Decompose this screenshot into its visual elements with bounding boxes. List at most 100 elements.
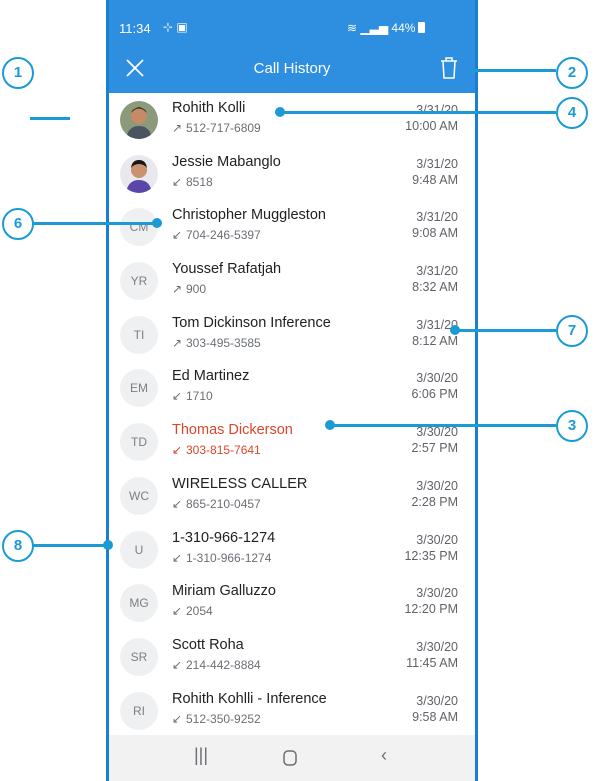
- call-row[interactable]: EM Ed Martinez ↙ 1710 3/30/20 6:06 PM: [109, 361, 475, 415]
- callout-dot: [275, 107, 285, 117]
- contact-name: Tom Dickinson Inference: [172, 314, 331, 331]
- outgoing-call-icon: ↗: [172, 282, 183, 297]
- toolbar: Call History: [109, 50, 475, 93]
- callout-number: 7: [556, 315, 588, 347]
- call-row[interactable]: TI Tom Dickinson Inference ↗ 303-495-3585 3/…: [109, 308, 475, 362]
- call-row[interactable]: CM Christopher Muggleston ↙ 704-246-5397 3/3…: [109, 200, 475, 254]
- call-time: 6:06 PM: [411, 387, 458, 402]
- call-row[interactable]: SR Scott Roha ↙ 214-442-8884 3/30/20 11:45 AM: [109, 630, 475, 684]
- call-list: Rohith Kolli ↗ 512-717-6809 3/31/20 10:00 AM…: [109, 93, 475, 735]
- phone-number: 303-495-3585: [186, 335, 261, 350]
- phone-number: 8518: [186, 174, 213, 189]
- callout-number: 1: [2, 57, 34, 89]
- battery-icon: [418, 22, 426, 33]
- call-time: 9:48 AM: [412, 172, 458, 187]
- home-button[interactable]: [275, 745, 305, 771]
- callout-dot: [450, 325, 460, 335]
- call-date: 3/30/20: [416, 425, 458, 440]
- call-time: 11:45 AM: [406, 655, 458, 670]
- contact-initials-avatar: TI: [120, 315, 158, 354]
- callout-number: 4: [556, 97, 588, 129]
- contact-name: Jessie Mabanglo: [172, 153, 281, 170]
- contact-initials-avatar: TD: [120, 423, 158, 462]
- call-date: 3/30/20: [416, 586, 458, 601]
- call-number-line: ↙ 512-350-9252: [172, 712, 261, 726]
- status-notification-icons: ⊹ ▣: [163, 20, 188, 34]
- call-date: 3/31/20: [416, 264, 458, 279]
- status-bar: 11:34 ⊹ ▣ ≋ ▁▃▅ 44%: [109, 0, 475, 50]
- back-button[interactable]: ‹: [369, 745, 399, 771]
- system-nav-bar: ||| ‹: [109, 735, 475, 781]
- call-date: 3/30/20: [416, 478, 458, 493]
- contact-initials-avatar: MG: [120, 584, 158, 623]
- call-time: 2:57 PM: [411, 441, 458, 456]
- call-time: 12:35 PM: [404, 548, 458, 563]
- call-time: 9:58 AM: [412, 709, 458, 724]
- callout-line: [455, 329, 556, 332]
- contact-initials-avatar: U: [120, 530, 158, 569]
- phone-number: 2054: [186, 604, 213, 619]
- call-number-line: ↙ 865-210-0457: [172, 497, 261, 511]
- contact-photo: [120, 101, 158, 139]
- incoming-call-icon: ↙: [172, 657, 183, 672]
- callout-line: [30, 117, 70, 120]
- delete-history-button[interactable]: [437, 54, 461, 82]
- contact-name: Miriam Galluzzo: [172, 583, 276, 600]
- call-row[interactable]: MG Miriam Galluzzo ↙ 2054 3/30/20 12:20 PM: [109, 576, 475, 630]
- outgoing-call-icon: ↗: [172, 121, 183, 135]
- home-icon: [283, 750, 297, 766]
- page-title: Call History: [253, 60, 331, 77]
- incoming-call-icon: ↙: [172, 389, 183, 404]
- phone-number: 900: [186, 282, 207, 297]
- contact-initials-avatar: SR: [120, 637, 158, 676]
- call-date: 3/31/20: [416, 103, 458, 117]
- phone-number: 512-717-6809: [186, 121, 261, 135]
- contact-name: Thomas Dickerson: [172, 422, 293, 439]
- incoming-call-icon: ↙: [172, 711, 183, 726]
- contact-name: Rohith Kolli: [172, 100, 246, 116]
- phone-number: 865-210-0457: [186, 496, 261, 511]
- incoming-call-icon: ↙: [172, 443, 183, 458]
- call-time: 12:20 PM: [404, 602, 458, 617]
- call-date: 3/30/20: [416, 693, 458, 708]
- call-date: 3/30/20: [416, 532, 458, 547]
- call-number-line: ↙ 1710: [172, 389, 213, 403]
- contact-name: WIRELESS CALLER: [172, 475, 308, 492]
- call-number-line: ↙ 704-246-5397: [172, 228, 261, 242]
- callout-dot: [152, 218, 162, 228]
- phone-number: 704-246-5397: [186, 228, 261, 243]
- call-row[interactable]: Rohith Kolli ↗ 512-717-6809 3/31/20 10:00 AM: [109, 93, 475, 147]
- recent-apps-icon: |||: [193, 745, 209, 765]
- outgoing-call-icon: ↗: [172, 335, 183, 350]
- call-number-line: ↙ 2054: [172, 604, 213, 618]
- call-number-line: ↙ 8518: [172, 175, 213, 189]
- callout-number: 3: [556, 410, 588, 442]
- callout-line: [280, 111, 556, 114]
- incoming-call-icon: ↙: [172, 550, 183, 565]
- phone-number: 214-442-8884: [186, 657, 261, 672]
- contact-name: Ed Martinez: [172, 368, 250, 385]
- recent-apps-button[interactable]: |||: [186, 745, 216, 771]
- call-row[interactable]: U 1-310-966-1274 ↙ 1-310-966-1274 3/30/20 12:…: [109, 523, 475, 577]
- call-time: 8:12 AM: [412, 333, 458, 348]
- call-row[interactable]: YR Youssef Rafatjah ↗ 900 3/31/20 8:32 AM: [109, 254, 475, 308]
- call-date: 3/31/20: [416, 156, 458, 171]
- callout-number: 6: [2, 208, 34, 240]
- contact-initials-avatar: WC: [120, 476, 158, 515]
- call-date: 3/31/20: [416, 210, 458, 225]
- callout-line: [30, 222, 155, 225]
- callout-line: [330, 424, 556, 427]
- callout-dot: [103, 540, 113, 550]
- call-number-line: ↗ 303-495-3585: [172, 336, 261, 350]
- call-time: 8:32 AM: [412, 280, 458, 295]
- contact-initials-avatar: YR: [120, 262, 158, 301]
- contact-initials-avatar: EM: [120, 369, 158, 408]
- call-number-line: ↗ 900: [172, 282, 206, 296]
- contact-name: Scott Roha: [172, 636, 244, 653]
- app-bar: 11:34 ⊹ ▣ ≋ ▁▃▅ 44% Call History: [109, 0, 475, 93]
- call-row[interactable]: RI Rohith Kohlli - Inference ↙ 512-350-9252…: [109, 684, 475, 735]
- contact-name: Youssef Rafatjah: [172, 261, 282, 278]
- call-row[interactable]: Jessie Mabanglo ↙ 8518 3/31/20 9:48 AM: [109, 147, 475, 201]
- contact-name: Christopher Muggleston: [172, 207, 326, 224]
- call-row[interactable]: WC WIRELESS CALLER ↙ 865-210-0457 3/30/20 2:2…: [109, 469, 475, 523]
